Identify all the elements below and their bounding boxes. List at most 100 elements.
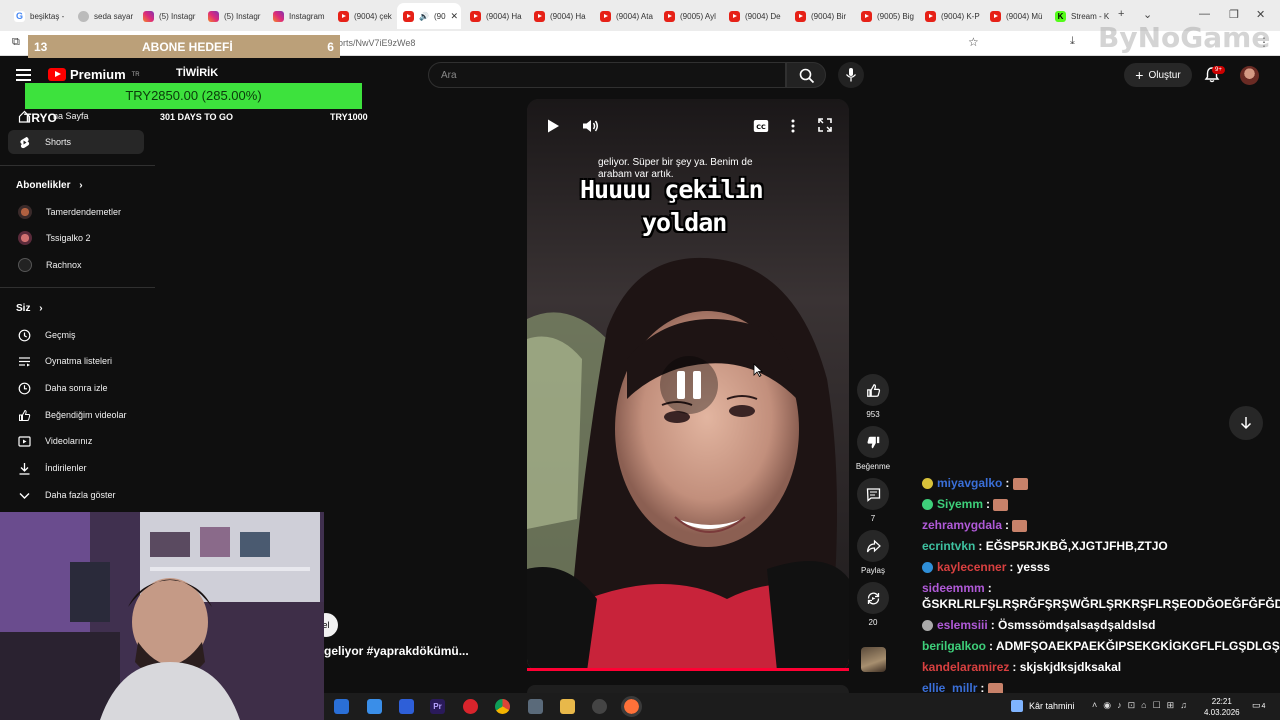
previous-short-title[interactable]: geliyor #yaprakdökümü...	[324, 644, 469, 658]
sidebar-toggle-icon[interactable]: ⧉	[12, 36, 20, 49]
chat-badge-icon	[922, 478, 933, 490]
browser-tab[interactable]: (9005) Ayl	[658, 3, 720, 29]
chat-username[interactable]: eslemsiii	[937, 618, 988, 632]
chat-separator: :	[1005, 518, 1013, 532]
notification-center-icon[interactable]: ▭4	[1252, 700, 1265, 711]
url-text[interactable]: orts/NwV7iE9zWe8	[338, 38, 415, 48]
system-tray-icons[interactable]: ˄◉♪⊡⌂☐⊞♫	[1092, 700, 1193, 711]
time-text: 22:21	[1211, 697, 1232, 706]
search-box[interactable]	[428, 62, 786, 88]
sidebar-item-playlists[interactable]: Oynatma listeleri	[8, 349, 144, 373]
sidebar-item-show-more[interactable]: Daha fazla göster	[8, 483, 144, 507]
close-tab-icon[interactable]: ✕	[451, 11, 459, 22]
chat-username[interactable]: kandelaramirez	[922, 660, 1009, 674]
app-icon[interactable]	[528, 699, 543, 714]
browser-tab[interactable]: (5) Instagr	[137, 3, 199, 29]
sidebar-item-label: Beğendiğim videolar	[45, 410, 127, 420]
generic-icon	[78, 10, 89, 22]
sidebar-item-label: Oynatma listeleri	[45, 356, 113, 366]
browser-tab[interactable]: (9004) çek	[332, 3, 394, 29]
you-header[interactable]: Siz ›	[16, 303, 43, 314]
remix-button[interactable]	[857, 582, 889, 614]
premiere-icon[interactable]: Pr	[430, 699, 445, 714]
instagram-icon	[208, 10, 219, 22]
sidebar-item-history[interactable]: Geçmiş	[8, 323, 144, 347]
sidebar-item-subscription[interactable]: Tamerdendemetler	[8, 200, 144, 224]
volume-icon[interactable]	[582, 118, 600, 134]
browser-tab[interactable]: 🔊 (90 ✕	[397, 3, 461, 29]
firefox-icon[interactable]	[621, 696, 642, 717]
more-options-icon[interactable]	[789, 119, 797, 133]
browser-tab[interactable]: (9004) Ha	[464, 3, 525, 29]
chat-username[interactable]: miyavgalko	[937, 476, 1002, 490]
browser-tab[interactable]: (5) Instagr	[202, 3, 264, 29]
audio-playing-icon[interactable]: 🔊	[419, 12, 429, 21]
minimize-icon[interactable]: —	[1199, 8, 1210, 20]
closed-captions-icon[interactable]: CC	[753, 119, 769, 133]
chat-username[interactable]: sideemmm	[922, 581, 985, 595]
thumbs-up-icon	[19, 409, 31, 421]
search-input[interactable]	[429, 63, 785, 87]
app-icon[interactable]	[399, 699, 414, 714]
close-window-icon[interactable]: ✕	[1256, 8, 1265, 21]
voice-search-button[interactable]	[838, 62, 864, 88]
browser-tab[interactable]: (9004) Ata	[594, 3, 655, 29]
hamburger-menu-icon[interactable]	[16, 69, 31, 84]
sound-thumbnail[interactable]	[861, 647, 886, 672]
account-avatar[interactable]	[1240, 66, 1259, 85]
sidebar-item-subscription[interactable]: Tssigalko 2	[8, 226, 144, 250]
browser-tab[interactable]: (9004) De	[723, 3, 786, 29]
fullscreen-icon[interactable]	[818, 118, 832, 132]
download-icon[interactable]: ⤓	[1070, 35, 1075, 48]
weather-widget[interactable]: Kâr tahmini	[1011, 700, 1075, 712]
start-icon[interactable]	[334, 699, 349, 714]
sidebar-item-watch-later[interactable]: Daha sonra izle	[8, 376, 144, 400]
sidebar-item-shorts[interactable]: Shorts	[8, 130, 144, 154]
tab-search-icon[interactable]: ⌄	[1143, 8, 1152, 21]
tab-label: Instagram	[289, 11, 325, 21]
next-video-button[interactable]	[1229, 406, 1263, 440]
chat-username[interactable]: ecrintvkn	[922, 539, 975, 553]
chrome-icon[interactable]	[495, 699, 510, 714]
next-short-preview[interactable]	[527, 685, 849, 693]
notification-count: 4	[1261, 703, 1266, 710]
create-button[interactable]: + Oluştur	[1124, 63, 1192, 87]
browser-tab[interactable]: (9004) Ha	[528, 3, 591, 29]
chat-username[interactable]: berilgalkoo	[922, 639, 986, 653]
sidebar-item-subscription[interactable]: Rachnox	[8, 253, 144, 277]
sidebar-item-label: Shorts	[45, 137, 72, 147]
share-button[interactable]	[857, 530, 889, 562]
new-tab-button[interactable]: +	[1118, 8, 1124, 20]
bookmark-star-icon[interactable]: ☆	[968, 35, 979, 49]
browser-tab[interactable]: seda sayar	[72, 3, 134, 29]
chat-username[interactable]: zehramygdala	[922, 518, 1002, 532]
pause-button[interactable]	[660, 356, 718, 414]
browser-tab[interactable]: (9004) Bir	[789, 3, 852, 29]
chat-username[interactable]: Siyemm	[937, 497, 983, 511]
like-button[interactable]	[857, 374, 889, 406]
opera-icon[interactable]	[463, 699, 478, 714]
kick-icon: K	[1055, 10, 1066, 22]
dislike-button[interactable]	[857, 426, 889, 458]
browser-tab[interactable]: Instagram	[267, 3, 329, 29]
chat-separator: :	[978, 539, 986, 553]
maximize-icon[interactable]: ❐	[1229, 8, 1239, 21]
browser-tab[interactable]: (9005) Big	[855, 3, 916, 29]
chat-username[interactable]: kaylecenner	[937, 560, 1006, 574]
sidebar-item-downloads[interactable]: İndirilenler	[8, 456, 144, 480]
browser-tab[interactable]: (9004) Mü	[984, 3, 1046, 29]
subscriptions-header[interactable]: Abonelikler ›	[16, 180, 83, 191]
file-explorer-icon[interactable]	[560, 699, 575, 714]
sidebar-item-liked-videos[interactable]: Beğendiğim videolar	[8, 403, 144, 427]
play-icon[interactable]	[545, 118, 561, 134]
browser-tab[interactable]: (9004) K-P	[919, 3, 981, 29]
taskbar-clock[interactable]: 22:21 4.03.2026	[1204, 696, 1240, 718]
obs-icon[interactable]	[592, 699, 607, 714]
comments-button[interactable]	[857, 478, 889, 510]
search-button[interactable]	[786, 62, 826, 88]
browser-tab[interactable]: Gbeşiktaş -	[8, 3, 69, 29]
youtube-premium-logo[interactable]: Premium TR	[48, 67, 140, 82]
sidebar-item-your-videos[interactable]: Videolarınız	[8, 429, 144, 453]
video-progress-bar[interactable]	[527, 668, 849, 671]
outlook-icon[interactable]	[367, 699, 382, 714]
